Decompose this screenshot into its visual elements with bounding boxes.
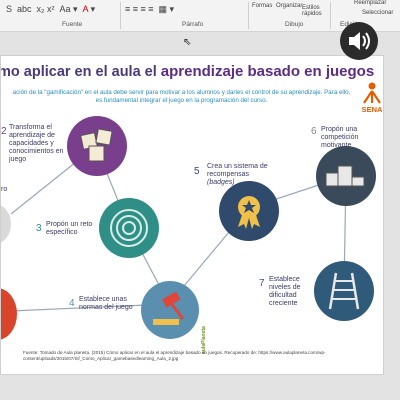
- divider: [248, 2, 249, 29]
- icon-circle-gavel: [141, 281, 199, 339]
- divider: [330, 2, 331, 29]
- icon-circle-maze: [99, 198, 159, 258]
- item-label-4: Establece unas normas del juego: [79, 296, 133, 311]
- item-label-5-text: Crea un sistema de recompensas: [207, 163, 268, 178]
- item-label-6: Propón una competición motivante: [321, 126, 359, 149]
- badge-icon: [238, 196, 260, 229]
- seleccionar-button[interactable]: Seleccionar: [362, 10, 393, 16]
- slide[interactable]: mo aplicar en el aula el aprendizaje bas…: [0, 55, 384, 375]
- ladder-icon: [328, 272, 360, 310]
- icon-circle-podium: [316, 146, 376, 206]
- item-number: 7: [259, 278, 265, 289]
- item-number: 4: [69, 298, 75, 309]
- item-number: 2: [1, 126, 7, 137]
- item-label-7: Establece niveles de dificultad crecient…: [269, 276, 301, 307]
- speaker-icon: [349, 32, 370, 50]
- divider: [120, 2, 121, 29]
- estilos-rapidos-button[interactable]: Estilos rápidos: [302, 5, 324, 17]
- font-format-buttons[interactable]: S abc x₂ x² Aa ▾ A ▾: [6, 4, 95, 15]
- podium-icon: [325, 165, 365, 187]
- maze-icon: [110, 209, 148, 247]
- item-label-5-sub: (badges): [207, 179, 235, 186]
- formas-button[interactable]: Formas: [252, 3, 272, 9]
- group-dibujo: Dibujo: [285, 21, 304, 28]
- group-fuente: Fuente: [62, 21, 83, 28]
- item-label-5: Crea un sistema de recompensas (badges): [207, 163, 271, 187]
- icon-circle-badge: [219, 181, 279, 241]
- icon-circle-ladder: [314, 261, 374, 321]
- item-label-2: Transforma el aprendizaje de capacidades…: [9, 124, 64, 163]
- icon-circle-dice: [67, 116, 127, 176]
- audio-button[interactable]: [340, 22, 378, 60]
- dice-icon: [80, 128, 113, 162]
- organizar-button[interactable]: Organizar: [276, 3, 302, 9]
- reemplazar-button[interactable]: Reemplazar: [354, 0, 386, 6]
- item-number: 3: [36, 223, 42, 234]
- paragraph-format-buttons[interactable]: ≡ ≡ ≡ ≡ ▦ ▾: [125, 4, 174, 15]
- item-number: 6: [311, 126, 317, 137]
- partial-label: ro: [1, 186, 8, 193]
- group-parrafo: Párrafo: [182, 21, 204, 28]
- source-citation: Fuente: Tomado de Aula planeta. (2015) C…: [23, 350, 326, 361]
- mouse-cursor-icon: ⇖: [183, 37, 192, 48]
- gavel-icon: [153, 291, 185, 325]
- item-label-3: Propón un reto específico: [46, 221, 93, 236]
- item-number: 5: [194, 166, 200, 177]
